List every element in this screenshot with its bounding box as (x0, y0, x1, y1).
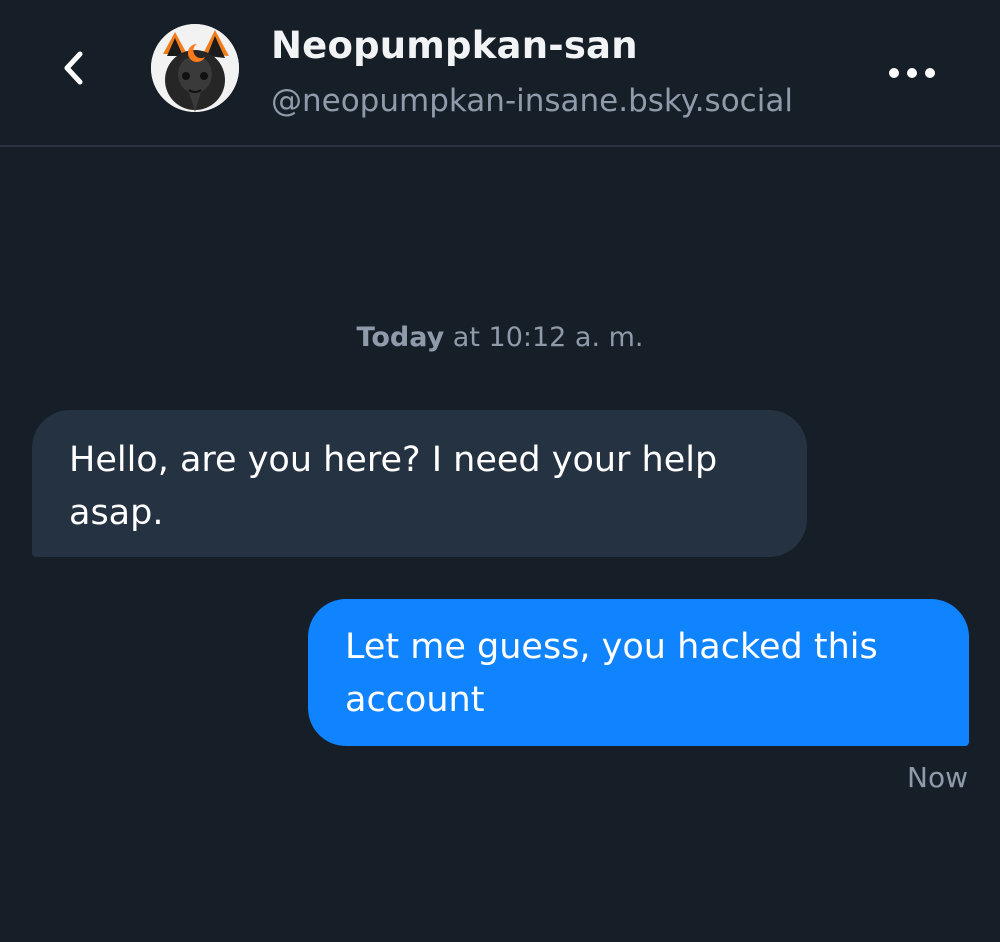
date-separator-time: at 10:12 a. m. (452, 322, 644, 353)
incoming-message-bubble[interactable]: Hello, are you here? I need your help as… (32, 410, 807, 557)
conversation-header: Neopumpkan-san @neopumpkan-insane.bsky.s… (0, 0, 1000, 147)
display-name: Neopumpkan-san (271, 24, 638, 67)
date-separator-day: Today (356, 322, 445, 353)
back-button[interactable] (54, 44, 94, 92)
more-horizontal-icon (889, 68, 935, 78)
outgoing-message-bubble[interactable]: Let me guess, you hacked this account (308, 599, 969, 746)
avatar-image (151, 24, 239, 112)
avatar[interactable] (151, 24, 239, 112)
message-text: Hello, are you here? I need your help as… (69, 440, 718, 533)
message-text: Let me guess, you hacked this account (345, 627, 878, 720)
chevron-left-icon (64, 51, 83, 85)
more-options-button[interactable] (884, 58, 940, 88)
message-sent-time: Now (907, 761, 968, 794)
user-handle: @neopumpkan-insane.bsky.social (271, 83, 793, 119)
date-separator: Today at 10:12 a. m. (0, 322, 1000, 353)
